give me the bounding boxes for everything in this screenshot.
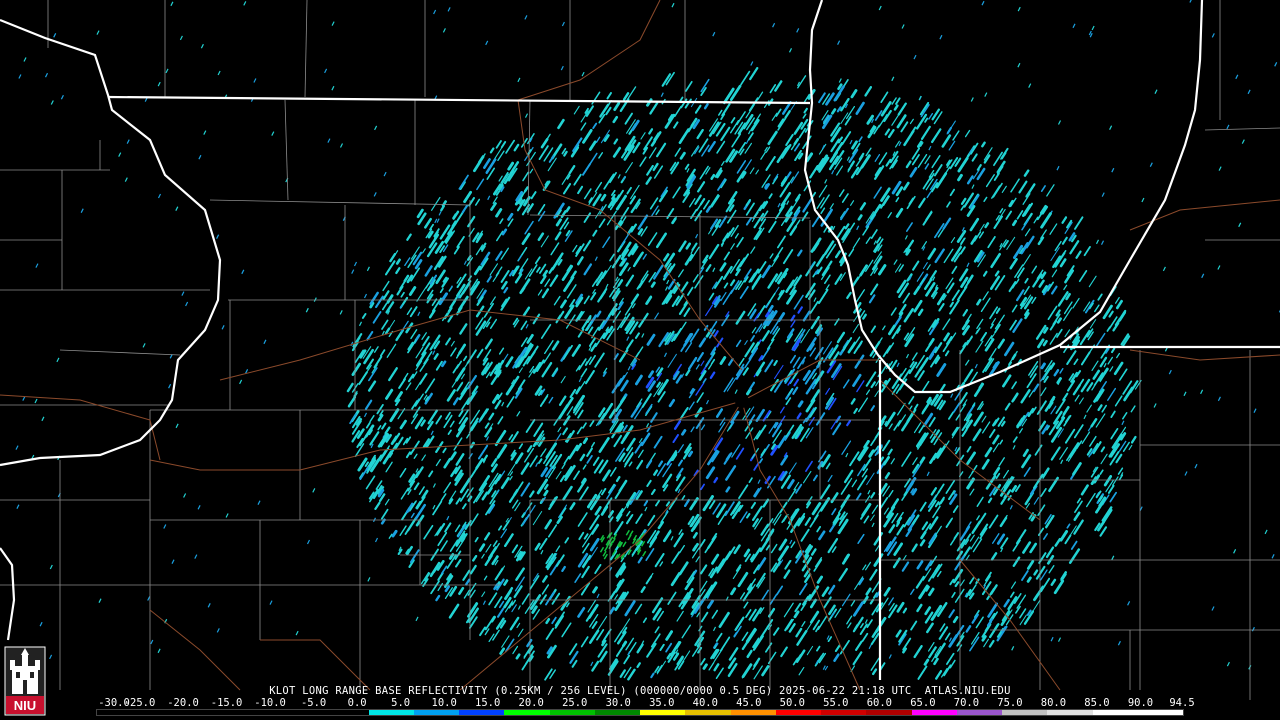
echo-streak — [1012, 219, 1018, 227]
radar-map — [0, 0, 1280, 720]
echo-streak — [581, 477, 587, 485]
